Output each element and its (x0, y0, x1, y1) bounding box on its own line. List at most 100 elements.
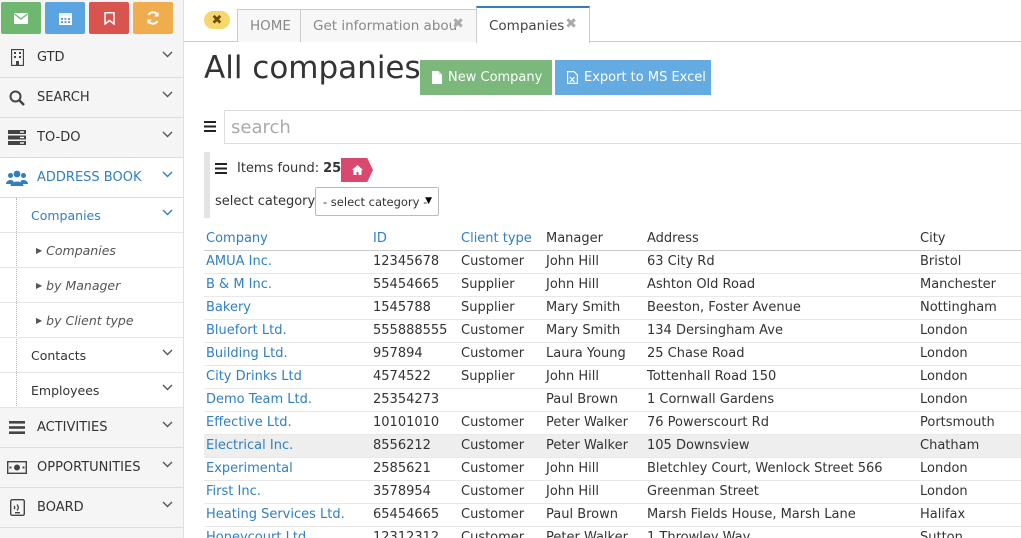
items-found: Items found: 25 (215, 157, 341, 179)
company-link[interactable]: Bluefort Ltd. (204, 319, 371, 343)
chevron-down-icon (162, 421, 173, 428)
company-link[interactable]: Demo Team Ltd. (204, 388, 371, 412)
excel-file-icon (567, 71, 578, 84)
table-row[interactable]: Effective Ltd. 10101010 Customer Peter Walk… (204, 411, 1021, 435)
menu-search[interactable]: SEARCH (0, 78, 183, 118)
search-row (204, 110, 1021, 144)
company-link[interactable]: Electrical Inc. (204, 434, 371, 458)
menu-activities[interactable]: ACTIVITIES (0, 408, 183, 448)
calendar-button[interactable] (45, 2, 85, 34)
chevron-down-icon (162, 91, 173, 98)
column-header-client-type[interactable]: Client type (459, 228, 544, 251)
table-row[interactable]: Demo Team Ltd. 25354273 Paul Brown 1 Cornwa… (204, 388, 1021, 412)
category-select[interactable]: - select category - ▼ (315, 187, 439, 216)
menu-icon[interactable] (215, 162, 227, 174)
cell-address: Marsh Fields House, Marsh Lane (645, 503, 918, 527)
main-content: ✖ HOME Get information abou ✖ Companies … (184, 0, 1021, 538)
cell-city: London (918, 388, 1021, 412)
cell-id: 3578954 (371, 480, 459, 504)
menu-board-label: BOARD (37, 500, 84, 515)
cell-address: 63 City Rd (645, 250, 918, 274)
cell-address: 76 Powerscourt Rd (645, 411, 918, 435)
close-icon[interactable]: ✖ (565, 16, 577, 32)
server-icon (6, 128, 28, 148)
table-header-row: Company ID Client type Manager Address C… (204, 228, 1021, 251)
home-filter-tag[interactable] (341, 158, 373, 182)
new-company-label: New Company (448, 70, 543, 85)
subitem-contacts[interactable]: Contacts (0, 338, 183, 373)
close-all-tabs-button[interactable]: ✖ (204, 11, 230, 29)
refresh-button[interactable] (133, 2, 173, 34)
filter-panel: Items found: 25 select category - select… (204, 152, 454, 218)
subitem-by-manager[interactable]: ▶ by Manager (0, 268, 183, 303)
users-icon (6, 168, 28, 188)
tab-get-information[interactable]: Get information abou ✖ (300, 9, 477, 42)
table-row[interactable]: Building Ltd. 957894 Customer Laura Young 25… (204, 342, 1021, 366)
tab-home[interactable]: HOME (237, 9, 301, 42)
cell-client-type: Customer (459, 434, 544, 458)
cell-address: Ashton Old Road (645, 273, 918, 297)
table-row[interactable]: B & M Inc. 55454665 Supplier John Hill Ashto… (204, 273, 1021, 297)
cell-city: Bristol (918, 250, 1021, 274)
export-excel-button[interactable]: Export to MS Excel (555, 60, 711, 95)
company-link[interactable]: Building Ltd. (204, 342, 371, 366)
cell-city: Nottingham (918, 296, 1021, 320)
close-icon[interactable]: ✖ (452, 16, 464, 32)
bookmark-button[interactable] (89, 2, 129, 34)
cell-id: 1545788 (371, 296, 459, 320)
table-row[interactable]: Experimental 2585621 Customer John Hill Blet… (204, 457, 1021, 481)
envelope-icon (14, 12, 28, 24)
tab-home-label: HOME (250, 18, 291, 34)
cell-client-type: Customer (459, 342, 544, 366)
table-row[interactable]: Bakery 1545788 Supplier Mary Smith Beeston, … (204, 296, 1021, 320)
search-input[interactable] (224, 110, 1021, 144)
cell-city: London (918, 319, 1021, 343)
cell-city: Sutton (918, 526, 1021, 538)
menu-board[interactable]: BOARD (0, 488, 183, 528)
subitem-by-client-type[interactable]: ▶ by Client type (0, 303, 183, 338)
cell-client-type: Customer (459, 503, 544, 527)
cell-id: 2585621 (371, 457, 459, 481)
table-row[interactable]: City Drinks Ltd 4574522 Supplier John Hill T… (204, 365, 1021, 389)
menu-todo-label: TO-DO (37, 130, 81, 145)
company-link[interactable]: First Inc. (204, 480, 371, 504)
company-link[interactable]: Honeycourt Ltd. (204, 526, 371, 538)
menu-address-book[interactable]: ADDRESS BOOK (0, 158, 183, 198)
company-link[interactable]: Heating Services Ltd. (204, 503, 371, 527)
column-header-id[interactable]: ID (371, 228, 459, 251)
subitem-employees-label: Employees (31, 382, 100, 398)
menu-icon[interactable] (204, 121, 216, 132)
table-row[interactable]: Bluefort Ltd. 555888555 Customer Mary Smith… (204, 319, 1021, 343)
subitem-companies-all[interactable]: ▶ Companies (0, 233, 183, 268)
table-row[interactable]: Heating Services Ltd. 65454665 Customer Pau… (204, 503, 1021, 527)
menu-todo[interactable]: TO-DO (0, 118, 183, 158)
cell-address: 25 Chase Road (645, 342, 918, 366)
column-header-address: Address (645, 228, 918, 251)
company-link[interactable]: Effective Ltd. (204, 411, 371, 435)
subitem-companies[interactable]: Companies (0, 198, 183, 233)
table-row[interactable]: First Inc. 3578954 Customer John Hill Greenm… (204, 480, 1021, 504)
cell-manager: Mary Smith (544, 296, 645, 320)
cell-manager: John Hill (544, 480, 645, 504)
cell-city: London (918, 342, 1021, 366)
company-link[interactable]: B & M Inc. (204, 273, 371, 297)
company-link[interactable]: Bakery (204, 296, 371, 320)
menu-address-book-label: ADDRESS BOOK (37, 170, 142, 185)
tab-companies[interactable]: Companies ✖ (476, 6, 590, 43)
company-link[interactable]: City Drinks Ltd (204, 365, 371, 389)
cell-id: 4574522 (371, 365, 459, 389)
new-company-button[interactable]: New Company (420, 60, 552, 95)
menu-opportunities[interactable]: OPPORTUNITIES (0, 448, 183, 488)
cell-client-type: Supplier (459, 296, 544, 320)
mail-button[interactable] (1, 2, 41, 34)
menu-gtd[interactable]: GTD (0, 38, 183, 78)
company-link[interactable]: AMUA Inc. (204, 250, 371, 274)
table-row[interactable]: AMUA Inc. 12345678 Customer John Hill 63 Cit… (204, 250, 1021, 274)
table-row[interactable]: Electrical Inc. 8556212 Customer Peter Walk… (204, 434, 1021, 458)
table-row[interactable]: Honeycourt Ltd. 12312312 Customer Peter Wal… (204, 526, 1021, 538)
cell-id: 12345678 (371, 250, 459, 274)
company-link[interactable]: Experimental (204, 457, 371, 481)
chevron-down-icon (162, 349, 173, 356)
subitem-employees[interactable]: Employees (0, 373, 183, 408)
column-header-company[interactable]: Company (204, 228, 371, 251)
